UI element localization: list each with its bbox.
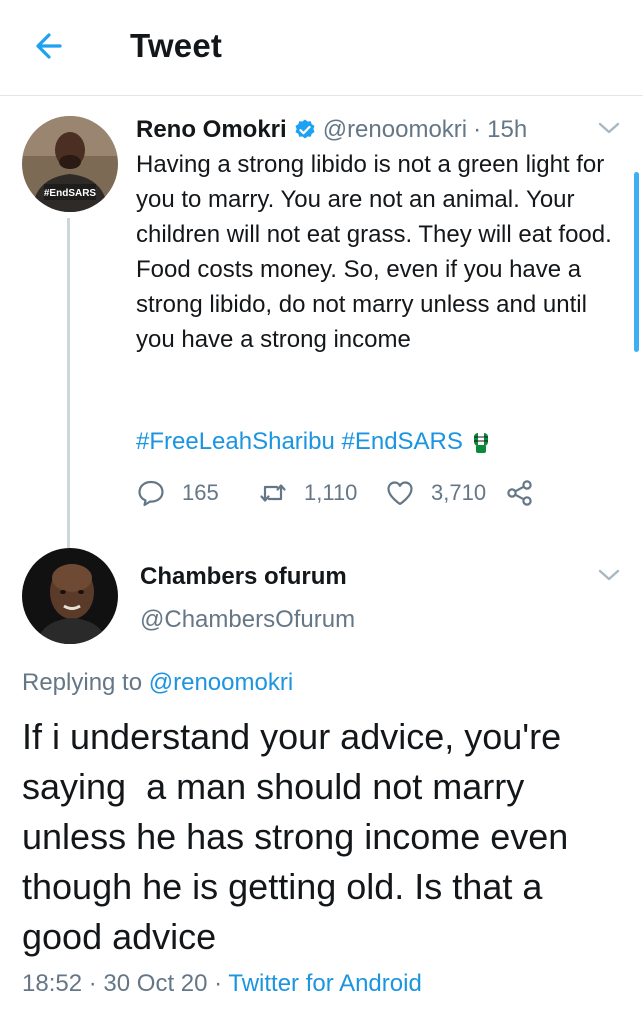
chevron-down-icon[interactable] [596,566,622,584]
author-name[interactable]: Reno Omokri [136,116,287,144]
reply-count: 165 [182,480,219,505]
scrollbar[interactable] [634,172,639,352]
share-button[interactable] [505,478,535,508]
like-button[interactable]: 3,710 [385,478,505,508]
tweet-source-link[interactable]: Twitter for Android [228,970,421,997]
reply-bubble-icon [138,480,164,507]
reply-date: 30 Oct 20 [103,970,208,997]
reply-button[interactable]: 165 [136,478,258,508]
separator-dot: · [473,116,482,143]
replying-to: Replying to @renoomokri [22,669,293,697]
retweet-button[interactable]: 1,110 [258,478,385,508]
heart-icon [387,481,413,506]
raised-fist-emoji [473,433,488,453]
hashtag-freeleahsharibu[interactable]: #FreeLeahSharibu [136,428,335,456]
reply-time: 18:52 [22,970,83,997]
tweet-header: Reno Omokri @renoomokri · 15h [136,113,527,147]
page-title: Tweet [130,27,223,64]
profile-photo: #EndSARS [22,116,118,212]
replying-to-label: Replying to [22,669,143,696]
hashtag-endsars[interactable]: #EndSARS [341,428,462,456]
top-bar: Tweet [0,0,643,96]
avatar-shirt-text: #EndSARS [44,188,97,199]
reply-author-handle[interactable]: @ChambersOfurum [140,606,355,634]
replying-to-mention[interactable]: @renoomokri [149,669,293,696]
chevron-down-icon[interactable] [596,119,622,137]
tweet-actions: 165 1,110 3,710 [136,475,535,511]
reply-text: If i understand your advice, you're sayi… [22,716,579,957]
separator-dot: · [88,970,97,997]
tweet-time[interactable]: 15h [487,116,527,144]
reply-author-name[interactable]: Chambers ofurum [140,563,347,591]
thread-line [67,218,70,548]
retweet-count: 1,110 [304,480,358,505]
avatar[interactable]: #EndSARS [22,116,118,212]
arrow-left-icon [36,33,62,59]
back-button[interactable] [30,26,70,66]
tweet-hashtags: #FreeLeahSharibu #EndSARS [136,424,491,460]
tweet-meta: 18:52 · 30 Oct 20 · Twitter for Android [22,970,422,998]
author-handle[interactable]: @renoomokri [323,116,467,144]
share-icon [507,480,532,506]
retweet-icon [260,484,286,502]
verified-badge-icon [295,119,315,139]
tweet-text: Having a strong libido is not a green li… [136,151,612,353]
like-count: 3,710 [431,480,487,505]
separator-dot: · [214,970,223,997]
profile-photo [22,548,118,644]
avatar[interactable] [22,548,118,644]
